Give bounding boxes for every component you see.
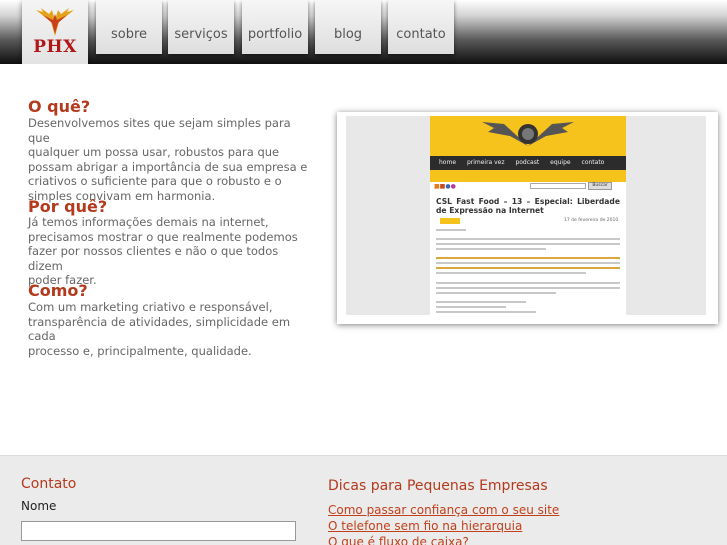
nav-tab-contato[interactable]: contato [388,0,454,54]
text-line: Já temos informações demais na internet, [28,215,269,229]
name-input[interactable] [21,521,296,541]
section-text-how: Com um marketing criativo e responsável,… [28,300,313,358]
preview-text-line [436,257,620,259]
preview-text-line [436,243,620,245]
phoenix-icon [36,8,74,36]
name-label: Nome [21,499,57,513]
preview-wings-icon [482,122,574,146]
preview-text-line [436,311,536,313]
preview-text-line [436,301,526,303]
text-line: Com um marketing criativo e responsável, [28,300,273,314]
preview-text-line [436,238,620,240]
nav-tab-blog[interactable]: blog [315,0,381,54]
preview-text-line [436,248,546,250]
preview-search-button: Buscar [588,182,612,190]
preview-nav: home primeira vez podcast equipe contato [430,156,626,170]
text-line: fazer por nossos clientes e não o que to… [28,244,279,273]
tip-link[interactable]: Como passar confiança com o seu site [328,503,559,517]
preview-search-input [530,183,586,189]
section-heading-why: Por quê? [28,197,108,216]
section-heading-how: Como? [28,281,88,300]
main-content: O quê? Desenvolvemos sites que sejam sim… [0,64,727,455]
text-line: possam abrigar a importância de sua empr… [28,159,308,174]
section-heading-what: O quê? [28,97,91,116]
text-line: qualquer um possa usar, robustos para qu… [28,145,280,159]
preview-text-line [436,306,506,308]
preview-text-line [436,282,620,284]
text-line: criativos o suficiente para que o robust… [28,174,282,188]
text-line: transparência de atividades, simplicidad… [28,314,291,344]
section-text-why: Já temos informações demais na internet,… [28,215,313,288]
preview-nav-item: primeira vez [466,159,505,166]
preview-nav-item: home [439,159,457,166]
text-line: precisamos mostrar o que realmente podem… [28,229,298,244]
preview-post-date: 17 de fevereiro de 2010 [564,218,619,223]
preview-page: home primeira vez podcast equipe contato… [430,116,626,315]
contact-heading: Contato [21,476,77,492]
preview-text-line [436,287,620,289]
site-logo[interactable]: PHX [22,0,88,66]
text-line: processo e, principalmente, qualidade. [28,343,252,358]
tip-link[interactable]: O telefone sem fio na hierarquia [328,519,522,533]
tips-heading: Dicas para Pequenas Empresas [328,478,548,494]
nav-tab-sobre[interactable]: sobre [96,0,162,54]
preview-nav-item: contato [581,159,605,166]
tip-link[interactable]: O que é fluxo de caixa? [328,535,469,545]
footer: Contato Nome Dicas para Pequenas Empresa… [0,455,727,545]
preview-text-line [436,229,466,231]
preview-text-line [436,292,556,294]
preview-nav-item: equipe [550,159,571,166]
portfolio-preview[interactable]: home primeira vez podcast equipe contato… [337,112,718,324]
nav-tab-servicos[interactable]: serviços [168,0,234,54]
text-line: Desenvolvemos sites que sejam simples pa… [28,116,291,145]
preview-text-line [436,272,586,274]
nav-tab-portfolio[interactable]: portfolio [242,0,308,54]
preview-social-icons: ■■●● [434,183,456,190]
preview-post-title: CSL Fast Food – 13 – Especial: Liberdade… [436,197,620,215]
section-text-what: Desenvolvemos sites que sejam simples pa… [28,116,313,203]
preview-post-tag [440,218,460,224]
preview-nav-item: podcast [515,159,540,166]
preview-text-line [436,262,620,264]
preview-text-line [436,267,620,269]
preview-screenshot: home primeira vez podcast equipe contato… [346,116,706,315]
logo-text: PHX [33,37,77,57]
